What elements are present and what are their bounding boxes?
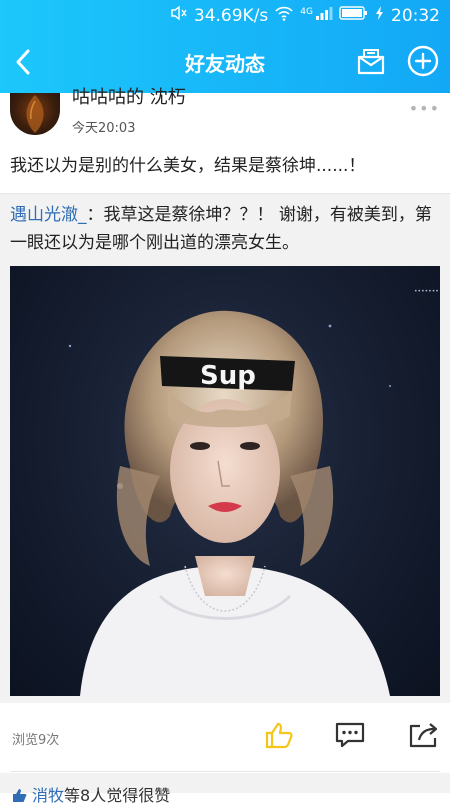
status-right: 34.69K/s 4G 20:32 xyxy=(170,5,440,26)
liker-names[interactable]: 消牧 xyxy=(32,786,64,805)
clock: 20:32 xyxy=(391,5,440,26)
app-header: 34.69K/s 4G 20:32 好友动态 xyxy=(0,0,450,93)
comment-button[interactable] xyxy=(334,721,366,753)
share-icon xyxy=(409,723,438,748)
likes-summary: 消牧等8人觉得很赞 xyxy=(12,782,170,806)
mute-icon xyxy=(170,5,188,26)
avatar-image xyxy=(26,95,44,133)
battery-icon xyxy=(339,5,369,26)
headband-text: Sup xyxy=(200,361,256,391)
thumbs-up-icon xyxy=(265,722,293,749)
add-button[interactable] xyxy=(406,44,440,78)
avatar[interactable] xyxy=(10,93,60,135)
small-thumbs-up-icon xyxy=(13,789,27,802)
username[interactable]: 咕咕咕的 沈朽 xyxy=(72,87,186,109)
post-time: 今天20:03 xyxy=(72,121,136,136)
share-button[interactable] xyxy=(408,721,440,753)
likes-text[interactable]: 等8人觉得很赞 xyxy=(64,786,170,805)
nav-actions xyxy=(354,44,440,78)
post-footer: 浏览9次 xyxy=(0,703,450,773)
post-content: 我还以为是别的什么美女，结果是蔡徐坤......！ xyxy=(10,156,366,176)
svg-text:•••••••: ••••••• xyxy=(414,288,439,295)
nav-bar: 好友动态 xyxy=(0,32,450,93)
more-options-button[interactable]: ••• xyxy=(409,99,440,118)
status-bar: 34.69K/s 4G 20:32 xyxy=(0,0,450,32)
divider xyxy=(10,771,440,772)
photo-illustration: ••••••• Sup xyxy=(68,288,439,696)
network-speed: 34.69K/s xyxy=(193,5,269,26)
divider xyxy=(0,193,450,194)
post-photo[interactable]: ••••••• Sup xyxy=(10,266,440,696)
signal-icon xyxy=(315,5,333,26)
shared-comment: 遇山光澈_：我草这是蔡徐坤？？！ 谢谢，有被美到，第一眼还以为是哪个刚出道的漂亮… xyxy=(10,201,440,257)
chat-bubble-icon xyxy=(335,722,365,748)
inbox-icon xyxy=(357,49,385,75)
plus-circle-icon xyxy=(407,45,439,77)
view-count: 浏览9次 xyxy=(12,733,60,748)
charging-icon xyxy=(375,5,385,26)
network-type: 4G xyxy=(300,6,313,17)
comment-author[interactable]: 遇山光澈_ xyxy=(10,205,87,225)
message-box-button[interactable] xyxy=(354,44,388,78)
like-button[interactable] xyxy=(264,721,294,753)
wifi-icon xyxy=(274,5,294,26)
